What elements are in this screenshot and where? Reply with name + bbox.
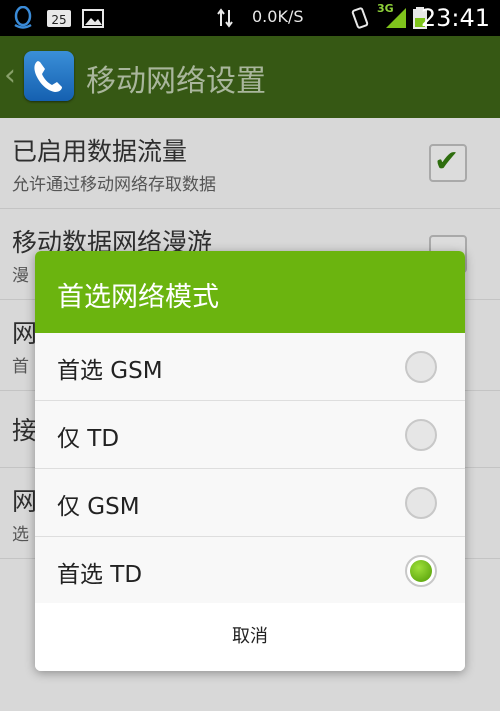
list-item-data-enabled[interactable]: 已启用数据流量 允许通过移动网络存取数据 ✔ (0, 118, 500, 209)
list-item-title: 网 (12, 487, 38, 516)
network-speed: 0.0K/S (252, 7, 304, 26)
option-gsm-only[interactable]: 仅 GSM (35, 469, 465, 537)
radio-button[interactable] (405, 487, 437, 519)
notification-25-icon: 25 (47, 10, 71, 27)
image-icon (82, 9, 104, 28)
qq-icon (14, 6, 32, 29)
dialog-header: 首选网络模式 (35, 251, 465, 333)
signal-icon (386, 8, 406, 28)
data-enabled-checkbox[interactable]: ✔ (429, 144, 467, 182)
vibrate-icon (351, 7, 369, 29)
network-mode-dialog: 首选网络模式 首选 GSM 仅 TD 仅 GSM 首选 TD 取消 (35, 251, 465, 671)
page-title: 移动网络设置 (86, 64, 266, 99)
svg-text:25: 25 (51, 13, 66, 27)
check-icon: ✔ (434, 144, 460, 179)
option-label: 仅 GSM (57, 494, 140, 520)
list-item-subtitle: 允许通过移动网络存取数据 (12, 175, 216, 195)
status-bar: 25 0.0K/S 3G 23:41 (0, 0, 500, 36)
list-item-title: 接 (12, 416, 38, 445)
option-label: 首选 GSM (57, 358, 163, 384)
option-td-only[interactable]: 仅 TD (35, 401, 465, 469)
cancel-button[interactable]: 取消 (35, 603, 465, 671)
option-label: 首选 TD (57, 562, 143, 588)
option-prefer-gsm[interactable]: 首选 GSM (35, 333, 465, 401)
clock: 23:41 (420, 4, 490, 32)
list-item-title: 已启用数据流量 (12, 137, 188, 166)
action-bar: ‹ 移动网络设置 (0, 36, 500, 118)
list-item-subtitle: 漫 (12, 266, 29, 286)
dialog-title: 首选网络模式 (57, 282, 219, 313)
option-label: 仅 TD (57, 426, 120, 452)
radio-button[interactable] (405, 351, 437, 383)
radio-dot (410, 560, 432, 582)
list-item-subtitle: 首 (12, 357, 29, 377)
data-transfer-icon (217, 8, 233, 28)
back-chevron-icon[interactable]: ‹ (4, 58, 16, 93)
list-item-subtitle: 选 (12, 525, 29, 545)
radio-button[interactable] (405, 419, 437, 451)
list-item-title: 网 (12, 319, 38, 348)
phone-icon[interactable] (24, 51, 74, 101)
radio-button-selected[interactable] (405, 555, 437, 587)
option-prefer-td[interactable]: 首选 TD (35, 537, 465, 605)
